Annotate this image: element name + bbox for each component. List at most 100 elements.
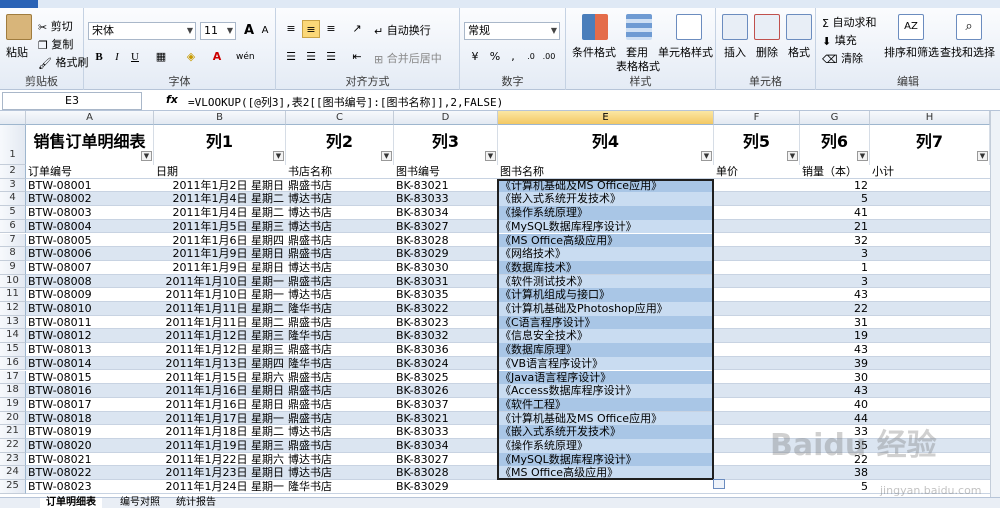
book-id-cell[interactable]: BK-83029	[396, 480, 496, 494]
row-header-2[interactable]: 2	[0, 165, 26, 179]
store-name-cell[interactable]: 鼎盛书店	[288, 275, 392, 289]
date-cell[interactable]: 2011年1月5日 星期三	[156, 220, 285, 234]
date-cell[interactable]: 2011年1月24日 星期一	[156, 480, 285, 494]
order-id-cell[interactable]: BTW-08005	[28, 234, 152, 248]
book-id-cell[interactable]: BK-83028	[396, 234, 496, 248]
header-cell-b[interactable]: 列1	[154, 125, 286, 165]
formula-input[interactable]: =VLOOKUP([@列3],表2[[图书编号]:[图书名称]],2,FALSE…	[188, 94, 503, 110]
store-name-cell[interactable]: 博达书店	[288, 206, 392, 220]
field-name-cell[interactable]: 订单编号	[28, 165, 152, 179]
row-header-12[interactable]: 12	[0, 302, 26, 316]
order-id-cell[interactable]: BTW-08012	[28, 329, 152, 343]
table-format-label-2[interactable]: 表格格式	[616, 58, 660, 74]
column-header-a[interactable]: A	[26, 111, 154, 125]
decrease-decimal-icon[interactable]: .00	[540, 48, 558, 66]
header-cell-d[interactable]: 列3	[394, 125, 498, 165]
column-header-d[interactable]: D	[394, 111, 498, 125]
comma-button[interactable]: ,	[504, 48, 522, 66]
book-id-cell[interactable]: BK-83034	[396, 439, 496, 453]
orientation-icon[interactable]: ↗	[348, 20, 366, 38]
delete-cells-button[interactable]: 删除	[756, 44, 778, 60]
column-header-f[interactable]: F	[714, 111, 800, 125]
row-header-3[interactable]: 3	[0, 178, 26, 193]
merge-center-button[interactable]: ⊞ 合并后居中	[374, 50, 442, 66]
book-id-cell[interactable]: BK-83027	[396, 220, 496, 234]
quantity-cell[interactable]: 5	[802, 480, 868, 494]
align-right-icon[interactable]: ☰	[322, 48, 340, 66]
store-name-cell[interactable]: 鼎盛书店	[288, 439, 392, 453]
book-id-cell[interactable]: BK-83033	[396, 425, 496, 439]
italic-button[interactable]: I	[108, 48, 126, 66]
quantity-cell[interactable]: 38	[802, 466, 868, 480]
book-name-cell[interactable]: 《数据库技术》	[498, 260, 714, 275]
quantity-cell[interactable]: 19	[802, 329, 868, 343]
quantity-cell[interactable]: 3	[802, 247, 868, 261]
table-format-icon[interactable]	[626, 14, 652, 40]
field-name-cell[interactable]: 日期	[156, 165, 284, 179]
order-id-cell[interactable]: BTW-08021	[28, 453, 152, 467]
quantity-cell[interactable]: 22	[802, 302, 868, 316]
quantity-cell[interactable]: 43	[802, 384, 868, 398]
book-name-cell[interactable]: 《C语言程序设计》	[498, 315, 714, 330]
autofill-options-icon[interactable]	[713, 479, 725, 490]
insert-function-button[interactable]: fx	[166, 93, 178, 106]
store-name-cell[interactable]: 博达书店	[288, 288, 392, 302]
row-header-11[interactable]: 11	[0, 288, 26, 302]
book-id-cell[interactable]: BK-83035	[396, 288, 496, 302]
indent-icon[interactable]: ⇤	[348, 48, 366, 66]
book-id-cell[interactable]: BK-83029	[396, 247, 496, 261]
book-id-cell[interactable]: BK-83037	[396, 398, 496, 412]
order-id-cell[interactable]: BTW-08014	[28, 357, 152, 371]
font-size-combo[interactable]: 11 ▼	[200, 22, 236, 40]
store-name-cell[interactable]: 鼎盛书店	[288, 398, 392, 412]
filter-dropdown-icon[interactable]: ▼	[701, 151, 712, 161]
filter-dropdown-icon[interactable]: ▼	[857, 151, 868, 161]
row-header-19[interactable]: 19	[0, 397, 26, 412]
order-id-cell[interactable]: BTW-08007	[28, 261, 152, 275]
align-middle-icon[interactable]: ≡	[302, 20, 320, 38]
store-name-cell[interactable]: 博达书店	[288, 425, 392, 439]
store-name-cell[interactable]: 鼎盛书店	[288, 179, 392, 193]
shrink-font-button[interactable]: A	[256, 22, 274, 40]
align-bottom-icon[interactable]: ≡	[322, 20, 340, 38]
quantity-cell[interactable]: 3	[802, 275, 868, 289]
header-cell-a[interactable]: 销售订单明细表	[26, 125, 154, 165]
store-name-cell[interactable]: 博达书店	[288, 192, 392, 206]
sheet-tab[interactable]: 编号对照	[114, 498, 166, 508]
row-header-16[interactable]: 16	[0, 356, 26, 371]
book-name-cell[interactable]: 《数据库原理》	[498, 343, 714, 357]
border-icon[interactable]: ▦	[152, 48, 170, 66]
quantity-cell[interactable]: 43	[802, 288, 868, 302]
delete-cells-icon[interactable]	[754, 14, 780, 40]
font-color-icon[interactable]: A	[208, 48, 226, 66]
column-header-b[interactable]: B	[154, 111, 286, 125]
row-header-5[interactable]: 5	[0, 206, 26, 220]
book-name-cell[interactable]: 《嵌入式系统开发技术》	[498, 425, 714, 439]
row-header-25[interactable]: 25	[0, 480, 26, 494]
insert-cells-button[interactable]: 插入	[724, 44, 746, 60]
store-name-cell[interactable]: 鼎盛书店	[288, 316, 392, 330]
quantity-cell[interactable]: 31	[802, 316, 868, 330]
date-cell[interactable]: 2011年1月13日 星期四	[156, 357, 285, 371]
quantity-cell[interactable]: 32	[802, 234, 868, 248]
order-id-cell[interactable]: BTW-08002	[28, 192, 152, 206]
filter-dropdown-icon[interactable]: ▼	[485, 151, 496, 161]
store-name-cell[interactable]: 隆华书店	[288, 357, 392, 371]
quantity-cell[interactable]: 12	[802, 179, 868, 193]
row-header-20[interactable]: 20	[0, 411, 26, 426]
book-id-cell[interactable]: BK-83027	[396, 453, 496, 467]
book-name-cell[interactable]: 《计算机基础及MS Office应用》	[498, 178, 714, 193]
filter-dropdown-icon[interactable]: ▼	[787, 151, 798, 161]
sheet-tab[interactable]: 订单明细表	[40, 498, 102, 508]
order-id-cell[interactable]: BTW-08017	[28, 398, 152, 412]
header-cell-e[interactable]: 列4	[498, 125, 714, 165]
store-name-cell[interactable]: 隆华书店	[288, 480, 392, 494]
date-cell[interactable]: 2011年1月15日 星期六	[156, 371, 285, 385]
order-id-cell[interactable]: BTW-08019	[28, 425, 152, 439]
field-name-cell[interactable]: 图书编号	[396, 165, 496, 179]
store-name-cell[interactable]: 隆华书店	[288, 329, 392, 343]
date-cell[interactable]: 2011年1月11日 星期二	[156, 302, 285, 316]
order-id-cell[interactable]: BTW-08003	[28, 206, 152, 220]
date-cell[interactable]: 2011年1月2日 星期日	[156, 179, 285, 193]
find-select-button[interactable]: 查找和选择	[940, 44, 995, 60]
